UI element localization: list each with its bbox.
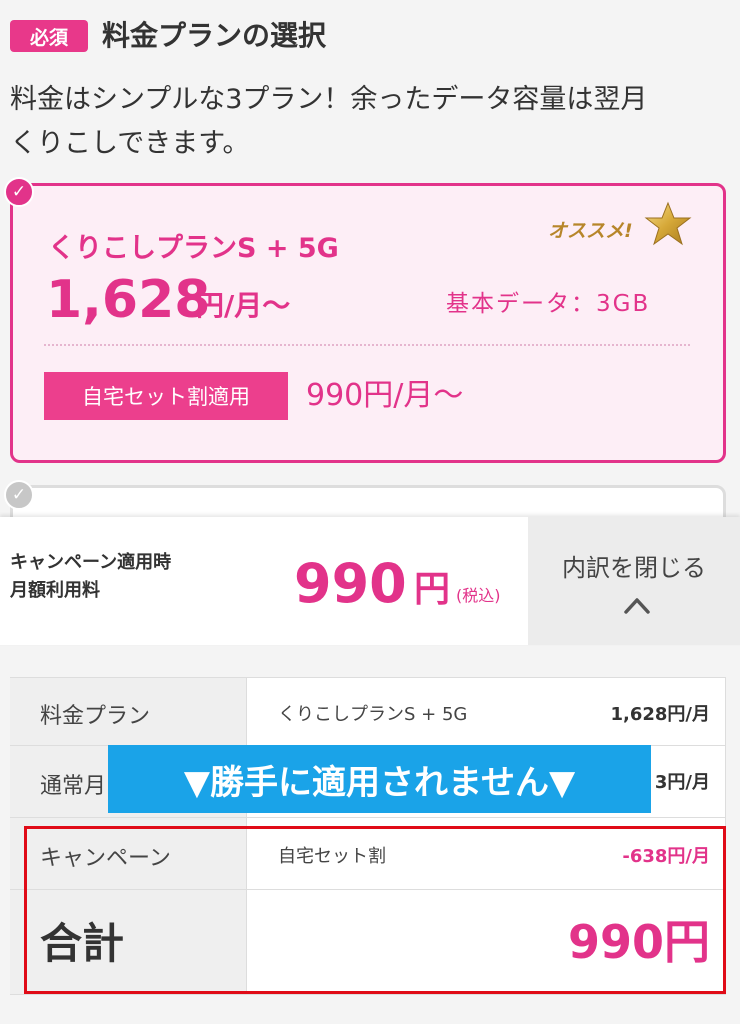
check-icon-unselected[interactable]: ✓ [4, 480, 34, 510]
description-line-1: 料金はシンプルな3プラン！余ったデータ容量は翌月 [10, 84, 648, 115]
description-line-2: くりこしできます。 [10, 128, 250, 159]
summary-yen: 円 [414, 569, 451, 610]
section-title: 料金プランの選択 [102, 19, 327, 52]
row-desc-plan: くりこしプランS + 5G [278, 704, 468, 725]
summary-label-line-1: キャンペーン適用時 [10, 552, 172, 573]
row-label-plan: 料金プラン [40, 704, 151, 729]
highlight-box [24, 826, 726, 994]
plan-price-unit: 円/月〜 [196, 289, 291, 322]
required-badge: 必須 [10, 20, 88, 52]
chevron-up-icon[interactable] [622, 590, 652, 620]
summary-price: 990 [294, 552, 407, 615]
summary-label-line-2: 月額利用料 [10, 580, 100, 601]
check-icon[interactable]: ✓ [4, 177, 34, 207]
star-icon [644, 201, 692, 246]
plan-name: くりこしプランS + 5G [48, 233, 339, 264]
row-label-normal: 通常月 [40, 774, 107, 799]
recommend-label: オススメ! [548, 220, 633, 242]
discount-price: 990円/月〜 [306, 378, 464, 413]
plan-price: 1,628 [46, 270, 211, 330]
base-data: 基本データ：3GB [446, 291, 651, 317]
plan-divider [44, 344, 690, 346]
not-applied-banner: ▼勝手に適用されません▼ [108, 745, 651, 813]
close-breakdown-label[interactable]: 内訳を閉じる [528, 548, 740, 583]
summary-tax: (税込) [456, 586, 501, 605]
section-description: 料金はシンプルな3プラン！余ったデータ容量は翌月 くりこしできます。 [10, 78, 730, 166]
row-amount-plan: 1,628円/月 [610, 704, 710, 725]
discount-badge: 自宅セット割適用 [44, 372, 288, 420]
summary-label: キャンペーン適用時 月額利用料 [10, 549, 240, 605]
